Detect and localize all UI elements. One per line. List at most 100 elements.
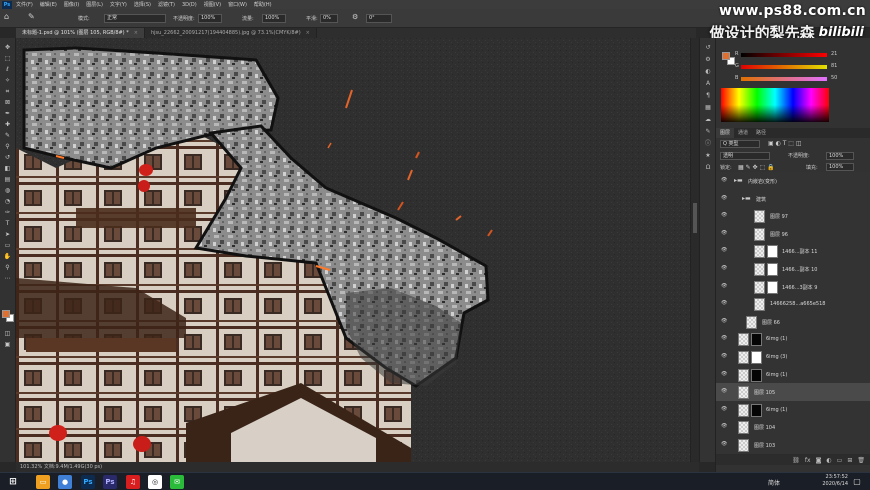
layer-row[interactable]: 👁 6img (3): [716, 348, 870, 367]
red-value[interactable]: 21: [831, 51, 837, 57]
zoom-tool-icon[interactable]: ⚲: [3, 264, 12, 271]
visibility-eye-icon[interactable]: 👁: [721, 371, 728, 377]
layer-row[interactable]: 👁 1466...副本 11: [716, 242, 870, 262]
more-tools-icon[interactable]: ⋯: [3, 275, 12, 282]
pen-tool-icon[interactable]: ✑: [3, 209, 12, 216]
dodge-tool-icon[interactable]: ◔: [3, 198, 12, 205]
history-panel-icon[interactable]: ↺: [704, 44, 712, 52]
visibility-eye-icon[interactable]: 👁: [721, 389, 728, 394]
red-slider[interactable]: R 21: [735, 51, 846, 58]
folder-icon[interactable]: ▸▬: [742, 195, 751, 202]
blur-tool-icon[interactable]: ◍: [3, 187, 12, 194]
file-explorer-icon[interactable]: ▭: [36, 475, 50, 489]
clone-stamp-icon[interactable]: ⚲: [3, 143, 12, 150]
camera-app-icon[interactable]: ◎: [148, 475, 162, 489]
start-menu-icon[interactable]: ⊞: [6, 475, 20, 489]
lasso-tool-icon[interactable]: ℓ: [3, 66, 12, 73]
menu-item[interactable]: 帮助(H): [254, 1, 272, 8]
photoshop-taskbar-icon[interactable]: Ps: [81, 475, 95, 489]
layers-panel-tab[interactable]: 图层: [716, 128, 735, 138]
visibility-eye-icon[interactable]: 👁: [721, 336, 728, 341]
photoshop-2-taskbar-icon[interactable]: Ps: [103, 475, 117, 489]
layer-row[interactable]: 👁 6img (1): [716, 365, 870, 385]
properties-icon[interactable]: ⚙: [704, 56, 712, 64]
layer-row[interactable]: 👁 ▸▬ 建筑: [716, 189, 870, 209]
layer-row[interactable]: 👁 图层 104: [716, 418, 870, 438]
styles-icon[interactable]: ★: [704, 152, 712, 160]
home-icon[interactable]: ⌂: [4, 12, 9, 21]
layer-row[interactable]: 👁 图层 103: [716, 436, 870, 455]
delete-layer-icon[interactable]: 🗑: [857, 457, 865, 464]
adjustments-icon[interactable]: ◐: [704, 68, 712, 76]
document-tab[interactable]: 未标题-1.psd @ 101% (图层 105, RGB/8#) * ×: [16, 28, 145, 38]
layer-mask-thumbnail[interactable]: [767, 245, 778, 259]
menu-item[interactable]: 选择(S): [134, 1, 151, 8]
history-brush-icon[interactable]: ↺: [3, 154, 12, 161]
brush-tool-icon[interactable]: ✎: [3, 132, 12, 139]
healing-brush-icon[interactable]: ✚: [3, 121, 12, 128]
visibility-eye-icon[interactable]: 👁: [721, 283, 728, 289]
layer-mask-thumbnail[interactable]: [767, 280, 778, 294]
opacity-input[interactable]: 100%: [198, 14, 222, 23]
shape-tool-icon[interactable]: ▭: [3, 242, 12, 249]
lock-icons[interactable]: ▦ ✎ ✥ ⬚ 🔒: [738, 164, 775, 171]
swatches-icon[interactable]: ▦: [704, 104, 712, 112]
wechat-icon[interactable]: ✉: [170, 475, 184, 489]
smooth-input[interactable]: 0%: [320, 14, 338, 23]
gradient-tool-icon[interactable]: ▤: [3, 176, 12, 183]
layer-mask-thumbnail[interactable]: [751, 351, 762, 364]
layer-row[interactable]: 👁 6img (1): [716, 400, 870, 420]
blue-slider[interactable]: B 50: [735, 75, 846, 82]
layer-row[interactable]: 👁 ▸▬ 内嵌岩(变形): [716, 172, 870, 191]
eraser-tool-icon[interactable]: ◧: [3, 165, 12, 172]
green-value[interactable]: 81: [831, 63, 837, 69]
visibility-eye-icon[interactable]: 👁: [721, 424, 728, 429]
system-clock[interactable]: 23:57:52 2020/6/14: [822, 474, 848, 488]
layer-row[interactable]: 👁 图层 66: [716, 312, 870, 332]
green-slider[interactable]: G 81: [735, 63, 846, 70]
layer-mask-thumbnail[interactable]: [751, 368, 762, 382]
menu-item[interactable]: 滤镜(T): [158, 1, 175, 8]
adjustment-layer-icon[interactable]: ◐: [826, 457, 831, 464]
blue-value[interactable]: 50: [831, 75, 837, 81]
toolbar-foreground-swatch[interactable]: [2, 310, 10, 318]
character-icon[interactable]: A: [704, 80, 712, 88]
screen-mode-icon[interactable]: ▣: [3, 341, 12, 348]
close-icon[interactable]: ×: [306, 30, 310, 36]
color-spectrum[interactable]: [721, 88, 829, 122]
paragraph-icon[interactable]: ¶: [704, 92, 712, 100]
layer-row[interactable]: 👁 6img (1): [716, 330, 870, 350]
canvas[interactable]: [16, 38, 690, 462]
visibility-eye-icon[interactable]: 👁: [721, 213, 728, 218]
menu-item[interactable]: 编辑(E): [40, 1, 57, 8]
netease-music-icon[interactable]: ♫: [126, 475, 140, 489]
layer-style-icon[interactable]: fx: [805, 457, 811, 464]
marquee-tool-icon[interactable]: ⬚: [3, 55, 12, 62]
document-tab[interactable]: hjsu_22662_20091217(194404885).jpg @ 73.…: [144, 28, 317, 38]
menu-item[interactable]: 3D(D): [182, 2, 197, 8]
visibility-eye-icon[interactable]: 👁: [721, 230, 728, 236]
layer-row[interactable]: 👁 图层 96: [716, 224, 870, 244]
new-group-icon[interactable]: ▭: [837, 457, 843, 464]
menu-item[interactable]: 文字(Y): [110, 1, 127, 8]
info-icon[interactable]: ⓘ: [704, 140, 712, 148]
quick-select-icon[interactable]: ✧: [3, 77, 12, 84]
visibility-eye-icon[interactable]: 👁: [721, 178, 728, 183]
layers-panel-tab[interactable]: 路径: [752, 128, 770, 138]
layer-opacity-input[interactable]: 100%: [826, 152, 854, 160]
layers-panel-tab[interactable]: 通道: [734, 128, 752, 138]
menu-item[interactable]: 视图(V): [204, 1, 221, 8]
layer-mask-thumbnail[interactable]: [751, 403, 762, 417]
canvas-vertical-scrollbar[interactable]: [690, 38, 699, 462]
visibility-eye-icon[interactable]: 👁: [721, 354, 728, 359]
type-tool-icon[interactable]: T: [3, 220, 12, 227]
angle-input[interactable]: 0°: [366, 14, 392, 23]
layer-mask-thumbnail[interactable]: [767, 263, 778, 276]
crop-tool-icon[interactable]: ⌗: [3, 88, 12, 95]
move-tool-icon[interactable]: ✥: [3, 44, 12, 51]
blend-mode-select[interactable]: 透明: [720, 152, 770, 160]
close-icon[interactable]: ×: [134, 30, 138, 36]
path-select-icon[interactable]: ➤: [3, 231, 12, 238]
flow-input[interactable]: 100%: [262, 14, 286, 23]
folder-icon[interactable]: ▸▬: [734, 177, 743, 184]
